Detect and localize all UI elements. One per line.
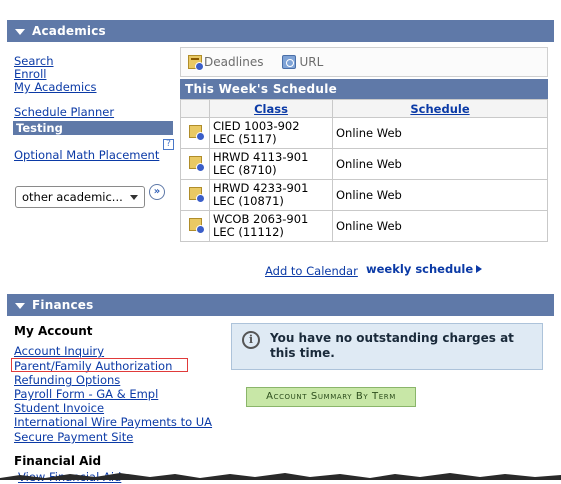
finances-header-title: Finances	[32, 298, 94, 312]
notice-text: You have no outstanding charges at this …	[270, 331, 514, 360]
class-code: CIED 1003-902	[213, 119, 300, 133]
secure-payment-link[interactable]: Secure Payment Site	[14, 430, 133, 444]
my-account-heading: My Account	[14, 324, 93, 338]
class-detail-icon[interactable]	[188, 187, 205, 203]
account-summary-button[interactable]: Account Summary By Term	[246, 387, 416, 407]
table-row: HRWD 4113-901 LEC (8710) Online Web	[180, 148, 548, 180]
deadlines-button[interactable]: Deadlines	[204, 55, 264, 69]
class-section: LEC (10871)	[213, 194, 284, 208]
highlight-box	[11, 358, 188, 372]
class-column-header[interactable]: Class	[209, 99, 333, 118]
nav-optional-math-link[interactable]: Optional Math Placement	[14, 149, 159, 162]
weekly-schedule-label[interactable]: weekly schedule	[366, 262, 473, 276]
schedule-sort-link[interactable]: Schedule	[410, 102, 469, 116]
class-detail-icon-cell[interactable]	[180, 210, 210, 242]
academics-header[interactable]: Academics	[7, 20, 554, 42]
academics-header-title: Academics	[32, 24, 106, 38]
account-inquiry-link[interactable]: Account Inquiry	[14, 344, 104, 358]
other-academic-select[interactable]: other academic...	[15, 186, 145, 208]
class-cell: CIED 1003-902 LEC (5117)	[209, 117, 333, 149]
deadlines-icon[interactable]	[188, 55, 204, 71]
class-detail-icon-cell[interactable]	[180, 148, 210, 180]
schedule-column-header[interactable]: Schedule	[332, 99, 548, 118]
url-icon[interactable]	[281, 55, 296, 69]
weekly-schedule-link[interactable]: weekly schedule	[366, 262, 483, 276]
add-to-calendar-link[interactable]: Add to Calendar	[265, 264, 358, 278]
help-icon[interactable]: ?	[163, 139, 174, 150]
class-cell: HRWD 4233-901 LEC (10871)	[209, 179, 333, 211]
table-row: HRWD 4233-901 LEC (10871) Online Web	[180, 179, 548, 211]
schedule-cell: Online Web	[332, 179, 548, 211]
other-academic-select-value: other academic...	[22, 190, 123, 204]
url-button[interactable]: URL	[300, 55, 324, 69]
class-detail-icon[interactable]	[188, 218, 205, 234]
class-code: WCOB 2063-901	[213, 212, 309, 226]
student-invoice-link[interactable]: Student Invoice	[14, 401, 104, 415]
schedule-cell: Online Web	[332, 148, 548, 180]
info-icon: i	[242, 331, 260, 349]
class-cell: HRWD 4113-901 LEC (8710)	[209, 148, 333, 180]
class-cell: WCOB 2063-901 LEC (11112)	[209, 210, 333, 242]
collapse-triangle-icon[interactable]	[15, 28, 25, 35]
class-section: LEC (8710)	[213, 163, 277, 177]
schedule-table: Class Schedule CIED 1003-902 LEC (5117) O…	[180, 99, 548, 242]
international-wire-link[interactable]: International Wire Payments to UA	[14, 415, 212, 429]
class-detail-icon-cell[interactable]	[180, 179, 210, 211]
schedule-title: This Week's Schedule	[180, 79, 548, 99]
class-code: HRWD 4113-901	[213, 150, 309, 164]
icon-column-header	[180, 99, 210, 118]
finances-header[interactable]: Finances	[7, 294, 554, 316]
pagelet-toolbar: Deadlines URL	[180, 47, 548, 77]
schedule-cell: Online Web	[332, 117, 548, 149]
go-button[interactable]: »	[149, 184, 165, 200]
nav-testing-group-label: Testing	[13, 121, 173, 135]
collapse-triangle-icon[interactable]	[15, 302, 25, 309]
class-section: LEC (5117)	[213, 132, 277, 146]
class-sort-link[interactable]: Class	[254, 102, 288, 116]
class-detail-icon[interactable]	[188, 156, 205, 172]
refunding-options-link[interactable]: Refunding Options	[14, 373, 120, 387]
outstanding-charges-notice: i You have no outstanding charges at thi…	[231, 323, 543, 370]
table-row: WCOB 2063-901 LEC (11112) Online Web	[180, 210, 548, 242]
table-row: CIED 1003-902 LEC (5117) Online Web	[180, 117, 548, 149]
schedule-header-row: Class Schedule	[180, 99, 548, 118]
class-detail-icon[interactable]	[188, 125, 205, 141]
class-code: HRWD 4233-901	[213, 181, 309, 195]
chevron-down-icon	[130, 195, 138, 200]
play-arrow-icon[interactable]	[476, 265, 483, 273]
nav-my-academics-link[interactable]: My Academics	[14, 81, 97, 94]
class-section: LEC (11112)	[213, 225, 284, 239]
torn-edge-decoration	[0, 473, 561, 480]
schedule-cell: Online Web	[332, 210, 548, 242]
payroll-form-link[interactable]: Payroll Form - GA & Empl	[14, 387, 158, 401]
class-detail-icon-cell[interactable]	[180, 117, 210, 149]
nav-schedule-planner-link[interactable]: Schedule Planner	[14, 106, 114, 119]
